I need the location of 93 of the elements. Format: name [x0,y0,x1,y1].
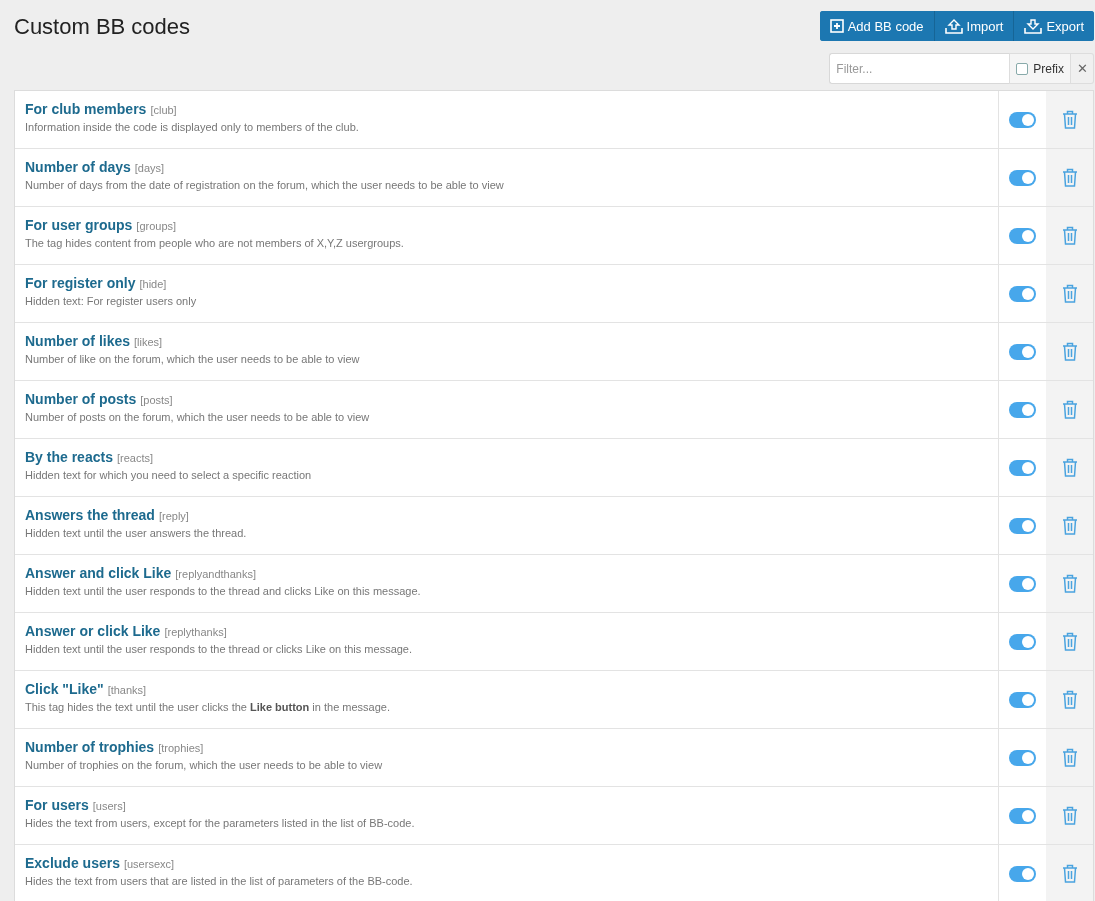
bb-code-title[interactable]: Number of trophies [25,739,155,755]
bb-code-description: Hidden text until the user responds to the thread and clicks Like on this message. [25,585,422,597]
bb-code-title[interactable]: For user groups [25,217,133,233]
delete-button[interactable] [1061,400,1078,419]
delete-button[interactable] [1061,516,1078,535]
export-button[interactable]: Export [1013,11,1094,41]
delete-button[interactable] [1061,574,1078,593]
trash-icon [1061,168,1078,187]
delete-button[interactable] [1061,168,1078,187]
bb-code-tag: [usersexc] [123,858,175,870]
bb-code-title[interactable]: For users [25,797,89,813]
bb-code-tag: [thanks] [107,684,147,696]
bb-code-tag: [reply] [158,510,189,522]
bb-code-title[interactable]: For register only [25,275,136,291]
upload-icon [944,18,963,34]
bb-code-title[interactable]: Number of likes [25,333,131,349]
delete-button[interactable] [1061,806,1078,825]
delete-button[interactable] [1061,864,1078,883]
toggle-switch[interactable] [1009,111,1036,128]
bb-code-description: Number of days from the date of registration on the forum, which the user needs to be able to view [25,179,505,191]
bb-code-description: Hidden text: For register users only [25,295,198,307]
bb-code-tag: [posts] [140,394,173,406]
bb-code-title[interactable]: Answers the thread [25,507,155,523]
toggle-switch[interactable] [1009,169,1036,186]
bb-code-tag: [reacts] [116,452,153,464]
bb-code-tag: [replyandthanks] [175,568,256,580]
checkbox-icon[interactable] [1016,62,1029,75]
bb-code-description: Hidden text until the user answers the thread. [25,527,248,539]
clear-button[interactable]: ✕ [1071,53,1094,84]
bb-code-tag: [likes] [134,336,163,348]
toggle-switch[interactable] [1009,691,1036,708]
filter-field[interactable]: Filter... [829,53,1010,84]
bb-code-description: Hides the text from users that are listed in the list of parameters of the BB-code. [25,875,414,887]
trash-icon [1061,342,1078,361]
bb-code-title[interactable]: By the reacts [25,449,113,465]
prefix-checkbox[interactable]: Prefix [1009,53,1071,84]
delete-button[interactable] [1061,748,1078,767]
trash-icon [1061,400,1078,419]
trash-icon [1061,284,1078,303]
toggle-switch[interactable] [1009,227,1036,244]
toggle-switch[interactable] [1009,401,1036,418]
bb-code-title[interactable]: Answer or click Like [25,623,161,639]
trash-icon [1061,110,1078,129]
toggle-switch[interactable] [1009,285,1036,302]
bb-code-tag: [club] [150,104,177,116]
trash-icon [1061,748,1078,767]
bb-code-title[interactable]: Answer and click Like [25,565,172,581]
toggle-switch[interactable] [1009,633,1036,650]
delete-button[interactable] [1061,458,1078,477]
trash-icon [1061,690,1078,709]
trash-icon [1061,864,1078,883]
bb-code-description: Number of trophies on the forum, which the user needs to be able to view [25,759,384,771]
plus-square-icon [829,19,844,33]
bb-code-description: The tag hides content from people who are not members of X,Y,Z usergroups. [25,237,405,249]
delete-button[interactable] [1061,690,1078,709]
toggle-switch[interactable] [1009,865,1036,882]
trash-icon [1061,574,1078,593]
delete-button[interactable] [1061,110,1078,129]
toggle-switch[interactable] [1009,575,1036,592]
bb-code-description: This tag hides the text until the user clicks the Like button in the message. [25,701,391,713]
bb-code-tag: [days] [134,162,165,174]
bb-code-title[interactable]: Number of days [25,159,131,175]
bb-code-description: Hidden text for which you need to select a specific reaction [25,469,313,481]
bb-code-tag: [users] [92,800,126,812]
delete-button[interactable] [1061,284,1078,303]
trash-icon [1061,516,1078,535]
page-title: Custom BB codes [14,14,191,40]
bb-code-title[interactable]: Exclude users [25,855,120,871]
bb-code-description: Number of like on the forum, which the user needs to be able to view [25,353,361,365]
toggle-switch[interactable] [1009,343,1036,360]
bb-code-description: Hidden text until the user responds to the thread or clicks Like on this message. [25,643,414,655]
toggle-switch[interactable] [1009,807,1036,824]
bb-code-description: Information inside the code is displayed only to members of the club. [25,121,360,133]
trash-icon [1061,226,1078,245]
toggle-switch[interactable] [1009,517,1036,534]
bb-code-tag: [replythanks] [164,626,227,638]
bb-code-tag: [trophies] [158,742,204,754]
delete-button[interactable] [1061,226,1078,245]
bb-code-tag: [hide] [139,278,167,290]
bb-code-title[interactable]: Number of posts [25,391,137,407]
delete-button[interactable] [1061,632,1078,651]
bb-code-description: Number of posts on the forum, which the user needs to be able to view [25,411,371,423]
toggle-switch[interactable] [1009,749,1036,766]
bb-code-description: Hides the text from users, except for the parameters listed in the list of BB-code. [25,817,416,829]
toggle-switch[interactable] [1009,459,1036,476]
delete-button[interactable] [1061,342,1078,361]
trash-icon [1061,806,1078,825]
bb-code-title[interactable]: Click "Like" [25,681,104,697]
trash-icon [1061,458,1078,477]
trash-icon [1061,632,1078,651]
download-icon [1024,18,1043,34]
bb-code-title[interactable]: For club members [25,101,147,117]
bb-code-tag: [groups] [136,220,177,232]
